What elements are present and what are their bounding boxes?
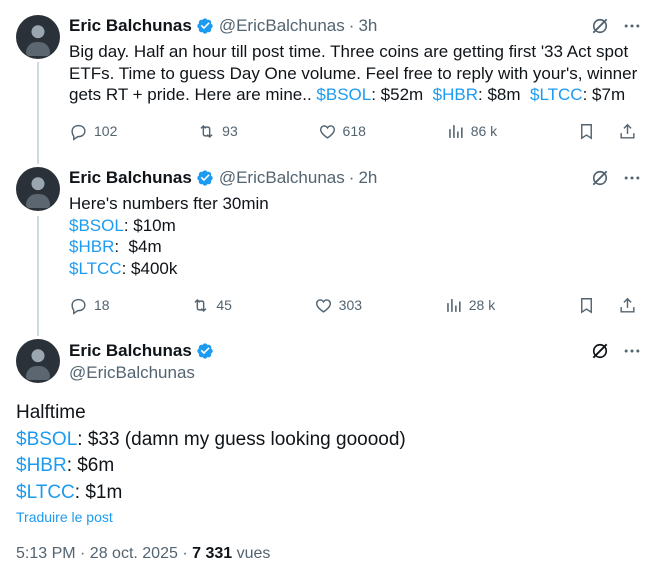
cashtag-link[interactable]: $BSOL bbox=[16, 429, 77, 450]
tweet-text-line: $BSOL: $33 (damn my guess looking gooood… bbox=[16, 428, 406, 450]
separator-dot: · bbox=[348, 16, 355, 35]
tweet-text-line: Big day. Half an hour till post time. Th… bbox=[69, 42, 629, 61]
author-handle[interactable]: @EricBalchunas bbox=[219, 168, 345, 188]
cashtag-link[interactable]: $LTCC bbox=[530, 85, 583, 104]
separator-dot: · bbox=[348, 168, 355, 187]
author-name[interactable]: Eric Balchunas bbox=[69, 16, 192, 36]
like-button[interactable]: 303 bbox=[314, 296, 362, 315]
tweet-text-line: ETFs. Time to guess Day One volume. Feel… bbox=[69, 63, 638, 83]
cashtag-link[interactable]: $LTCC bbox=[69, 259, 122, 278]
tweet-text-line: Halftime bbox=[16, 402, 86, 423]
more-options-icon[interactable] bbox=[622, 16, 642, 36]
views-count: 28 k bbox=[468, 297, 496, 313]
verified-badge-icon bbox=[197, 170, 213, 186]
translate-post-link[interactable]: Traduire le post bbox=[16, 509, 113, 525]
author-name[interactable]: Eric Balchunas bbox=[69, 168, 192, 188]
verified-badge-icon bbox=[197, 18, 213, 34]
post-timestamp[interactable]: 5:13 PM · 28 oct. 2025 · bbox=[16, 545, 192, 562]
heart-icon bbox=[319, 124, 335, 139]
tweet-header: Eric Balchunas @EricBalchunas · 3h bbox=[69, 16, 377, 36]
tweet-text-line: Here's numbers fter 30min bbox=[69, 194, 269, 213]
grok-icon[interactable] bbox=[590, 16, 610, 36]
grok-icon[interactable] bbox=[590, 168, 610, 188]
retweet-count: 45 bbox=[216, 297, 232, 313]
thread-line bbox=[37, 62, 39, 164]
cashtag-link[interactable]: $BSOL bbox=[69, 216, 124, 235]
share-icon[interactable] bbox=[618, 122, 637, 141]
tweet-text-line: $LTCC: $400k bbox=[69, 258, 178, 278]
cashtag-link[interactable]: $LTCC bbox=[16, 482, 75, 503]
author-name[interactable]: Eric Balchunas bbox=[69, 341, 192, 361]
author-handle[interactable]: @EricBalchunas bbox=[219, 16, 345, 36]
reply-button[interactable]: 18 bbox=[69, 296, 110, 315]
views-icon bbox=[448, 124, 463, 138]
reply-count: 18 bbox=[94, 297, 110, 313]
retweet-count: 93 bbox=[222, 123, 238, 139]
bookmark-icon[interactable] bbox=[577, 296, 596, 315]
retweet-button[interactable]: 45 bbox=[191, 296, 232, 315]
heart-icon bbox=[315, 298, 331, 313]
views-button[interactable]: 28 k bbox=[444, 296, 495, 315]
right-actions bbox=[577, 296, 637, 315]
tweet-text-line: gets RT + pride. Here are mine.. $BSOL: … bbox=[69, 85, 626, 104]
tweet-text: Halftime $BSOL: $33 (damn my guess looki… bbox=[16, 400, 406, 506]
bookmark-icon[interactable] bbox=[577, 122, 596, 141]
views-count: 86 k bbox=[470, 123, 498, 139]
post-meta: 5:13 PM · 28 oct. 2025 · 7 331 vues bbox=[16, 545, 270, 563]
like-button[interactable]: 618 bbox=[318, 122, 366, 141]
reply-button[interactable]: 102 bbox=[69, 122, 117, 141]
tweet-header: Eric Balchunas bbox=[69, 341, 219, 361]
cashtag-link[interactable]: $HBR bbox=[16, 455, 67, 476]
tweet-top-icons bbox=[590, 341, 642, 361]
like-count: 303 bbox=[338, 297, 363, 313]
thread-line bbox=[37, 216, 39, 336]
tweet-actions: 102 93 618 86 k bbox=[69, 121, 637, 141]
like-count: 618 bbox=[342, 123, 366, 139]
right-actions bbox=[577, 122, 637, 141]
avatar[interactable] bbox=[16, 15, 60, 59]
tweet-text-line: $LTCC: $1m bbox=[16, 481, 123, 503]
retweet-button[interactable]: 93 bbox=[197, 122, 238, 141]
avatar[interactable] bbox=[16, 167, 60, 211]
post-time[interactable]: 3h bbox=[358, 16, 377, 36]
cashtag-link[interactable]: $BSOL bbox=[316, 85, 371, 104]
tweet-text: Here's numbers fter 30min $BSOL: $10m $H… bbox=[69, 193, 269, 279]
reply-icon bbox=[71, 124, 86, 141]
tweet-top-icons bbox=[590, 16, 642, 36]
post-time[interactable]: 2h bbox=[358, 168, 377, 188]
tweet-top-icons bbox=[590, 168, 642, 188]
tweet-actions: 18 45 303 28 k bbox=[69, 295, 637, 315]
tweet-text-line: $HBR: $4m bbox=[69, 237, 162, 256]
more-options-icon[interactable] bbox=[622, 341, 642, 361]
grok-icon[interactable] bbox=[590, 341, 610, 361]
author-handle[interactable]: @EricBalchunas bbox=[69, 363, 195, 383]
share-icon[interactable] bbox=[618, 296, 637, 315]
tweet-text-line: $BSOL: $10m bbox=[69, 215, 176, 235]
views-label: vues bbox=[232, 545, 271, 562]
retweet-icon bbox=[194, 298, 207, 312]
more-options-icon[interactable] bbox=[622, 168, 642, 188]
reply-count: 102 bbox=[94, 123, 118, 139]
cashtag-link[interactable]: $HBR bbox=[433, 85, 478, 104]
avatar[interactable] bbox=[16, 339, 60, 383]
views-icon bbox=[446, 298, 461, 312]
cashtag-link[interactable]: $HBR bbox=[69, 237, 114, 256]
views-count: 7 331 bbox=[192, 545, 233, 562]
reply-icon bbox=[71, 298, 86, 315]
tweet-text: Big day. Half an hour till post time. Th… bbox=[69, 41, 641, 106]
tweet-header: Eric Balchunas @EricBalchunas · 2h bbox=[69, 168, 377, 188]
views-button[interactable]: 86 k bbox=[446, 122, 497, 141]
verified-badge-icon bbox=[197, 343, 213, 359]
tweet-text-line: $HBR: $6m bbox=[16, 455, 115, 476]
retweet-icon bbox=[200, 124, 213, 138]
